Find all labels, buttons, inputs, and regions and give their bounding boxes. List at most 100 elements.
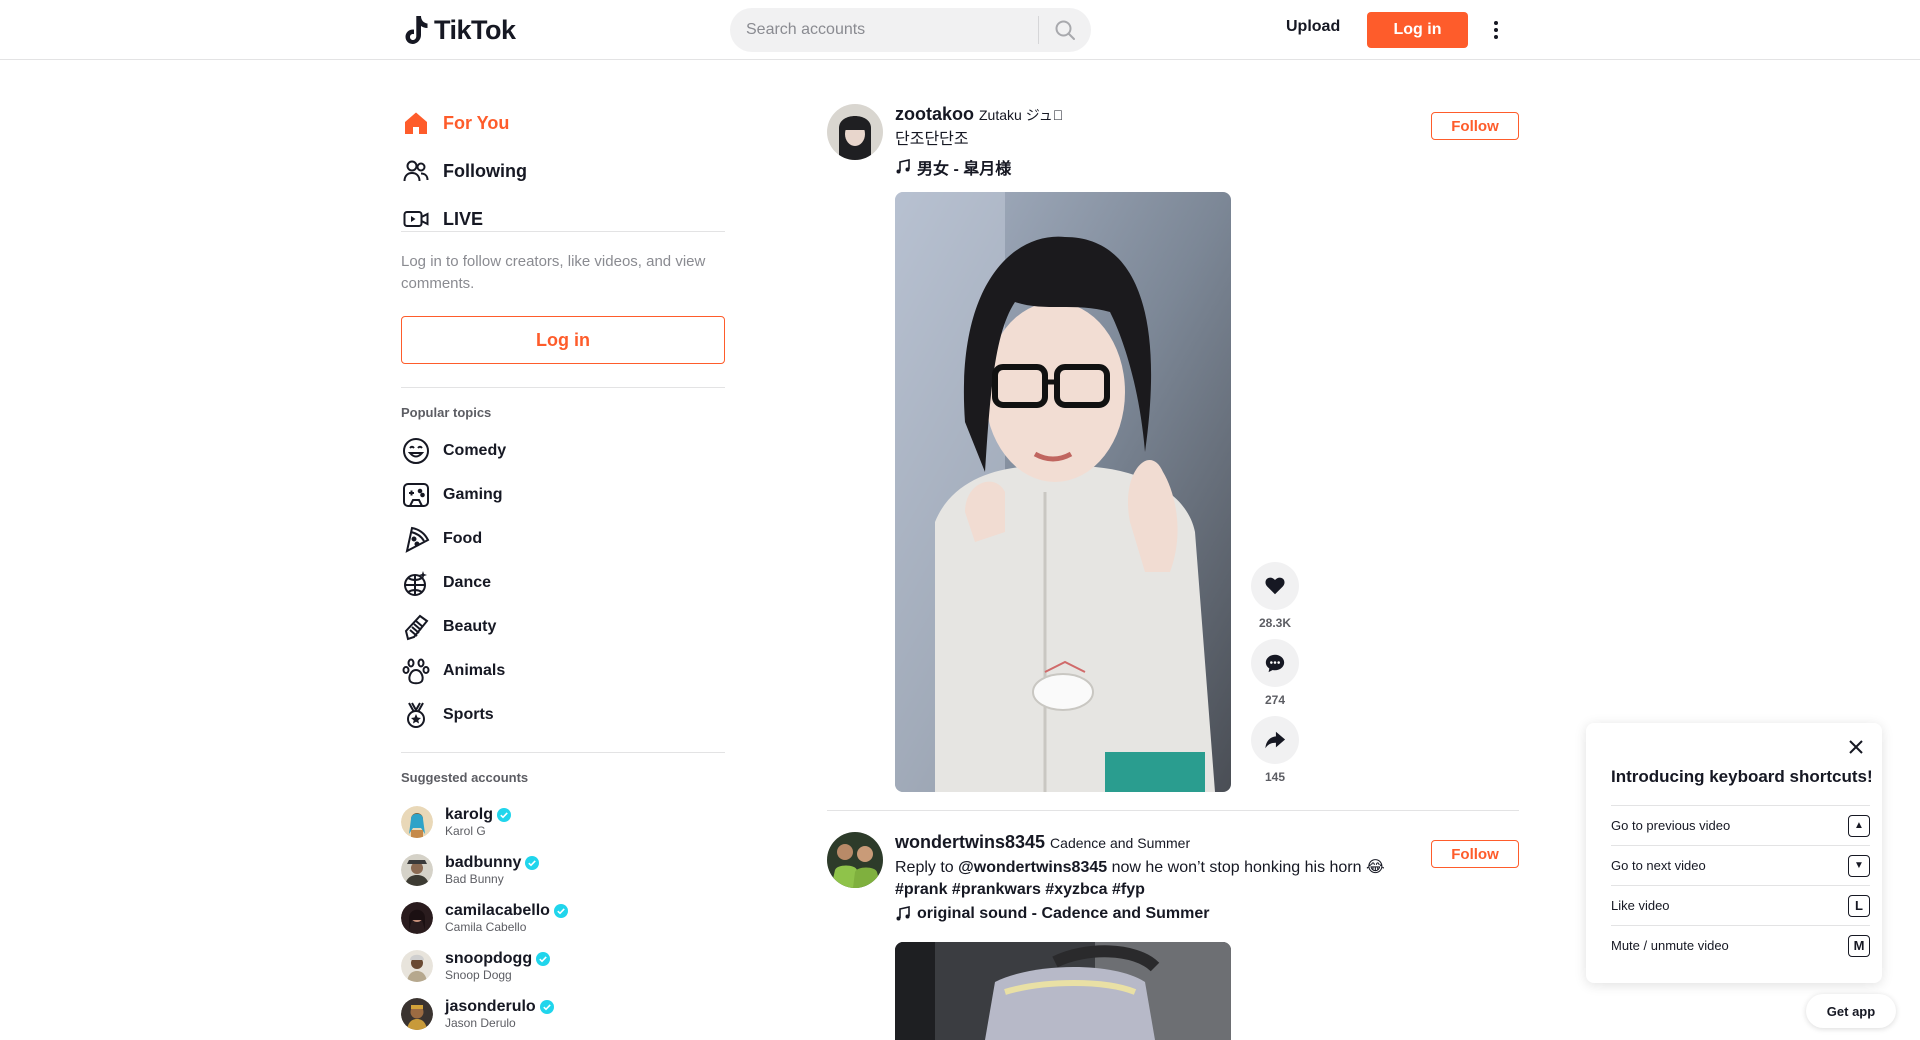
topic-dance[interactable]: Dance (401, 565, 491, 601)
account-username: karolg (445, 806, 494, 823)
arrow-down-key-icon: ▼ (1848, 854, 1870, 877)
arrow-up-key-icon: ▲ (1848, 814, 1870, 837)
music-note-icon (896, 159, 910, 174)
comb-icon (401, 612, 431, 642)
verified-badge-icon (525, 855, 540, 870)
topic-label: Food (443, 530, 483, 547)
m-key-icon: M (1848, 934, 1870, 957)
topic-label: Comedy (443, 442, 507, 459)
follow-button[interactable]: Follow (1431, 840, 1519, 868)
topic-sports[interactable]: Sports (401, 697, 494, 733)
pizza-icon (401, 524, 431, 554)
suggested-account-karolg[interactable]: karolg Karol G (401, 802, 512, 842)
comment-button[interactable] (1251, 639, 1299, 687)
post-music[interactable]: original sound - Cadence and Summer (895, 905, 1415, 923)
share-action: 145 (1249, 716, 1301, 785)
shortcut-label: Go to next video (1611, 858, 1706, 873)
follow-button[interactable]: Follow (1431, 112, 1519, 140)
account-username: jasonderulo (445, 998, 536, 1015)
topic-label: Beauty (443, 618, 497, 635)
caption-hashtags[interactable]: #prank #prankwars #xyzbca #fyp (895, 881, 1145, 898)
search-input[interactable] (730, 8, 1038, 52)
post-header: zootakoo Zutaku ジュ  단조단단조 男女 - 皐月様 (895, 104, 1415, 179)
upload-link[interactable]: Upload (1286, 18, 1340, 36)
avatar (401, 854, 433, 886)
suggested-accounts-title: Suggested accounts (401, 770, 529, 785)
tiktok-logo[interactable]: TikTok (404, 12, 516, 48)
post-author-username[interactable]: zootakoo (895, 104, 974, 125)
nav-for-you[interactable]: For You (401, 103, 509, 143)
sidebar-login-button[interactable]: Log in (401, 316, 725, 364)
search-button[interactable] (1039, 8, 1091, 52)
gamepad-icon (401, 480, 431, 510)
post-divider (827, 810, 1519, 811)
shortcut-row: Go to previous video ▲ (1611, 805, 1870, 845)
nav-live[interactable]: LIVE (401, 199, 483, 239)
home-icon (401, 108, 431, 138)
video-thumbnail (895, 192, 1231, 792)
like-action: 28.3K (1249, 562, 1301, 631)
post-actions: 28.3K 274 145 (1249, 554, 1301, 785)
comedy-icon (401, 436, 431, 466)
account-username: camilacabello (445, 902, 550, 919)
header-login-button[interactable]: Log in (1367, 12, 1468, 48)
post-author-nickname: Zutaku ジュ  (979, 107, 1064, 123)
topic-label: Gaming (443, 486, 503, 503)
sidebar: For You Following LIVE Log in to follow … (401, 60, 725, 1040)
music-title: original sound - Cadence and Summer (917, 905, 1210, 922)
verified-badge-icon (553, 903, 568, 918)
topic-gaming[interactable]: Gaming (401, 477, 503, 513)
get-app-button[interactable]: Get app (1806, 994, 1896, 1028)
paw-icon (401, 656, 431, 686)
account-username: badbunny (445, 854, 522, 871)
suggested-account-camilacabello[interactable]: camilacabello Camila Cabello (401, 898, 568, 938)
login-hint-text: Log in to follow creators, like videos, … (401, 253, 706, 292)
suggested-account-badbunny[interactable]: badbunny Bad Bunny (401, 850, 540, 890)
topic-animals[interactable]: Animals (401, 653, 505, 689)
avatar (401, 950, 433, 982)
account-name: Camila Cabello (445, 920, 527, 934)
account-name: Bad Bunny (445, 872, 504, 886)
suggested-account-jasonderulo[interactable]: jasonderulo Jason Derulo (401, 994, 554, 1034)
l-key-icon: L (1848, 894, 1870, 917)
post-author-avatar[interactable] (827, 104, 883, 160)
verified-badge-icon (539, 999, 554, 1014)
like-button[interactable] (1251, 562, 1299, 610)
share-button[interactable] (1251, 716, 1299, 764)
topic-comedy[interactable]: Comedy (401, 433, 506, 469)
sidebar-divider (401, 231, 725, 232)
close-icon[interactable] (1846, 737, 1866, 757)
post-author-avatar[interactable] (827, 832, 883, 888)
more-menu-icon[interactable] (1486, 16, 1506, 44)
topic-label: Animals (443, 662, 506, 679)
suggested-account-snoopdogg[interactable]: snoopdogg Snoop Dogg (401, 946, 551, 986)
topic-beauty[interactable]: Beauty (401, 609, 496, 645)
account-name: Snoop Dogg (445, 968, 512, 982)
verified-badge-icon (497, 807, 512, 822)
video-player[interactable] (895, 942, 1231, 1040)
nav-label-for-you: For You (443, 112, 510, 133)
search-bar (730, 8, 1091, 52)
video-player[interactable] (895, 192, 1231, 792)
caption-mention-link[interactable]: @wondertwins8345 (958, 859, 1107, 876)
feed-post: wondertwins8345 Cadence and Summer Reply… (827, 832, 1519, 1040)
shortcut-label: Like video (1611, 898, 1670, 913)
disco-ball-icon (401, 568, 431, 598)
post-caption: Reply to @wondertwins8345 now he won’t s… (895, 857, 1415, 901)
post-author-username[interactable]: wondertwins8345 (895, 832, 1045, 853)
post-music[interactable]: 男女 - 皐月様 (895, 155, 1415, 179)
verified-badge-icon (536, 951, 551, 966)
search-icon (1055, 20, 1075, 40)
keyboard-shortcuts-panel: Introducing keyboard shortcuts! Go to pr… (1586, 723, 1882, 983)
nav-following[interactable]: Following (401, 151, 527, 191)
caption-text: now he won’t stop honking his horn 😂 (1111, 859, 1385, 876)
topic-label: Dance (443, 574, 492, 591)
popular-topics-title: Popular topics (401, 405, 492, 420)
music-title: 男女 - 皐月様 (917, 161, 1012, 178)
caption-prefix: Reply to (895, 859, 954, 876)
shortcuts-title: Introducing keyboard shortcuts! (1611, 767, 1873, 786)
topic-food[interactable]: Food (401, 521, 482, 557)
topic-label: Sports (443, 706, 494, 723)
shortcuts-list: Go to previous video ▲ Go to next video … (1611, 805, 1870, 965)
sidebar-divider (401, 752, 725, 753)
